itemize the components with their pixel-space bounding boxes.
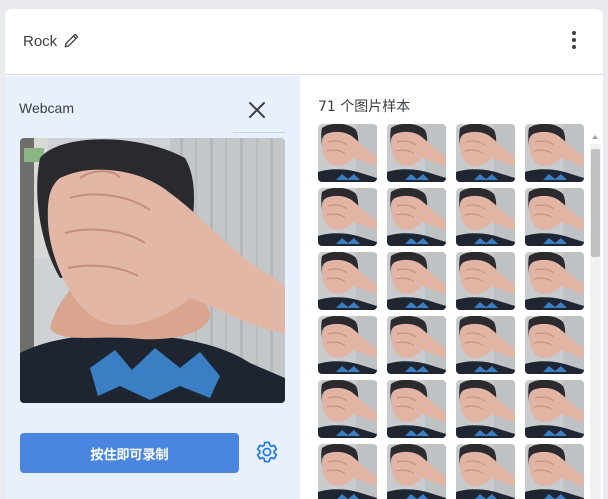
divider [233,132,285,133]
class-card: Rock Webcam 按住即可录制 71 个图片样本 [5,9,603,499]
sample-thumbnail[interactable] [387,444,446,499]
scrollbar-thumb[interactable] [591,149,600,257]
sample-count-label: 71 个图片样本 [318,99,411,115]
hold-to-record-button[interactable]: 按住即可录制 [20,433,239,473]
sample-thumbnail[interactable] [456,188,515,246]
sample-thumbnail[interactable] [525,380,584,438]
sample-thumbnail[interactable] [387,124,446,182]
sample-thumbnail[interactable] [525,124,584,182]
sample-thumbnail[interactable] [387,252,446,310]
sample-thumbnail[interactable] [456,380,515,438]
samples-panel: 71 个图片样本 [300,76,603,499]
sample-thumbnail[interactable] [318,444,377,499]
webcam-panel: Webcam 按住即可录制 [5,76,300,499]
sample-thumbnail[interactable] [318,380,377,438]
webcam-label: Webcam [19,100,74,116]
sample-thumbnail[interactable] [318,188,377,246]
sample-thumbnail[interactable] [525,188,584,246]
webcam-preview [20,138,285,403]
sample-thumbnail[interactable] [456,124,515,182]
sample-thumbnail[interactable] [525,444,584,499]
class-name-label[interactable]: Rock [23,33,57,50]
scroll-up-arrow-icon[interactable] [592,135,598,139]
sample-thumbnail[interactable] [525,252,584,310]
sample-thumbnail[interactable] [387,188,446,246]
sample-thumbnail[interactable] [387,316,446,374]
gear-icon[interactable] [255,440,279,464]
sample-thumbnail[interactable] [525,316,584,374]
sample-thumbnail[interactable] [318,124,377,182]
sample-thumbnail[interactable] [456,316,515,374]
sample-grid[interactable] [318,124,586,499]
sample-thumbnail[interactable] [456,252,515,310]
more-vert-icon[interactable] [564,28,584,52]
close-icon[interactable] [248,101,266,119]
pencil-icon[interactable] [62,30,82,50]
class-header: Rock [5,9,603,75]
sample-thumbnail[interactable] [318,316,377,374]
sample-thumbnail[interactable] [387,380,446,438]
sample-thumbnail[interactable] [318,252,377,310]
sample-thumbnail[interactable] [456,444,515,499]
